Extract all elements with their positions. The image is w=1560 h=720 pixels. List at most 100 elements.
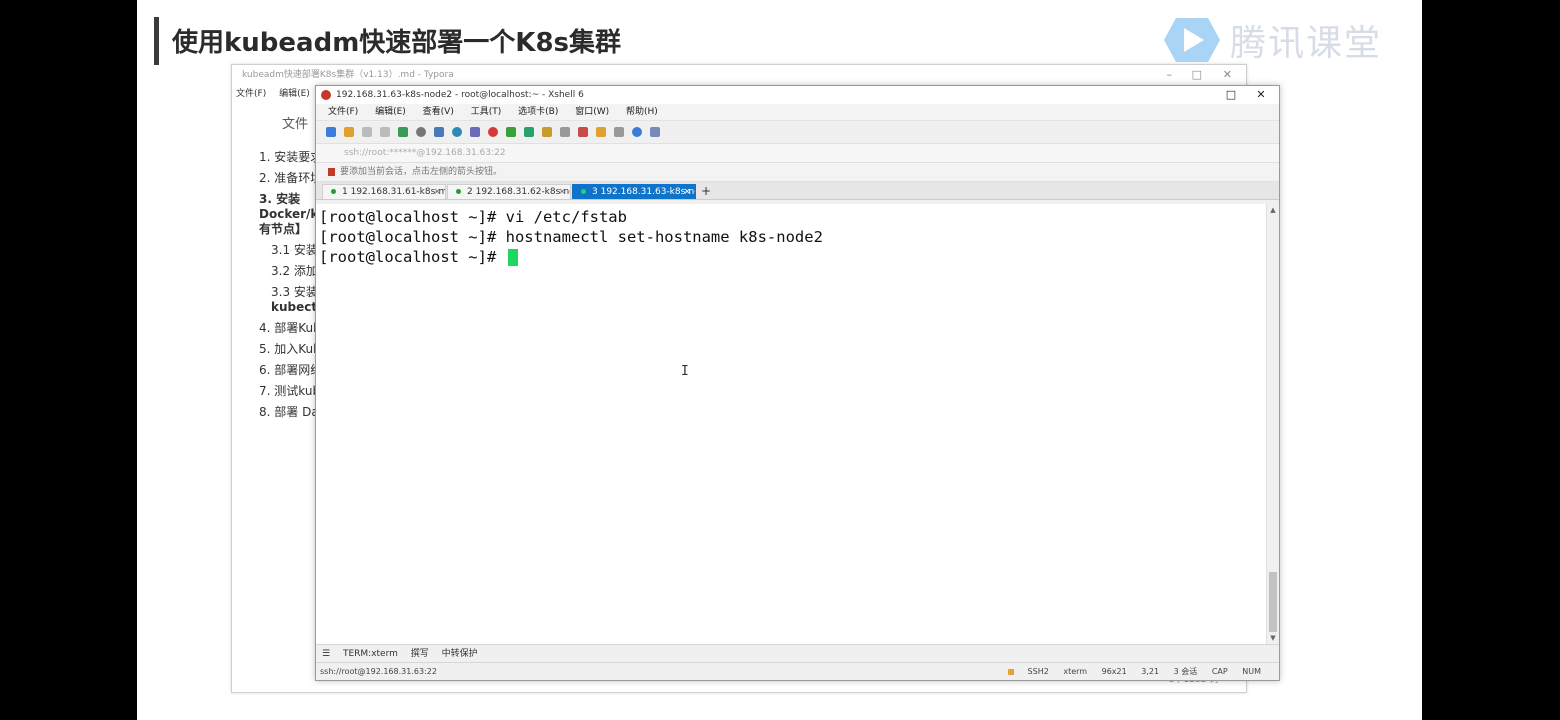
text-cursor-icon: I <box>681 364 689 379</box>
lock-icon[interactable] <box>542 127 552 137</box>
toc-item[interactable]: 6. 部署网络 <box>259 363 319 378</box>
title-accent-bar <box>154 17 159 65</box>
scroll-down-icon[interactable]: ▼ <box>1267 634 1279 642</box>
menu-file[interactable]: 文件(F) <box>236 89 266 99</box>
help-icon[interactable] <box>632 127 642 137</box>
menu-tools[interactable]: 工具(T) <box>471 107 502 117</box>
session-notice: 要添加当前会话，点击左侧的箭头按钮。 <box>316 163 1279 182</box>
cursor-position-status: 3,21 <box>1141 667 1160 676</box>
close-tab-icon[interactable]: × <box>433 185 441 199</box>
maximize-icon[interactable]: □ <box>1221 86 1241 104</box>
num-lock-status: NUM <box>1242 667 1261 676</box>
new-session-icon[interactable] <box>326 127 336 137</box>
tab-k8s-node1[interactable]: 2 192.168.31.62-k8s-node1× <box>447 184 571 199</box>
address-bar[interactable]: ssh://root:******@192.168.31.63:22 <box>316 144 1279 163</box>
toc-item[interactable]: 7. 测试kub <box>259 384 319 399</box>
typora-title: kubeadm快速部署K8s集群（v1.13）.md - Typora <box>242 70 454 80</box>
menu-tabs[interactable]: 选项卡(B) <box>518 107 558 117</box>
terminal-cursor <box>507 249 518 266</box>
toc-item[interactable]: 3.3 安装 <box>259 285 319 300</box>
menu-edit[interactable]: 编辑(E) <box>375 107 406 117</box>
terminal-line: [root@localhost ~]# vi /etc/fstab <box>319 208 627 226</box>
transfer-icon[interactable] <box>434 127 444 137</box>
search-icon[interactable] <box>416 127 426 137</box>
toc-item[interactable]: 5. 加入Kub <box>259 342 319 357</box>
add-tab-icon[interactable]: + <box>701 184 711 199</box>
fullscreen-icon[interactable] <box>524 127 534 137</box>
toc-item[interactable]: 3. 安装 <box>259 192 319 207</box>
bookmark-flag-icon <box>328 168 335 176</box>
maximize-icon[interactable]: □ <box>1192 65 1202 85</box>
close-icon[interactable]: ✕ <box>1223 65 1232 85</box>
layout-icon[interactable] <box>614 127 624 137</box>
relay-button[interactable]: 中转保护 <box>442 649 478 659</box>
toc-item[interactable]: 8. 部署 Da <box>259 405 319 420</box>
terminal-line-current: [root@localhost ~]# <box>319 247 1266 267</box>
xshell-menubar: 文件(F) 编辑(E) 查看(V) 工具(T) 选项卡(B) 窗口(W) 帮助(… <box>316 104 1279 121</box>
xagent-icon[interactable] <box>506 127 516 137</box>
menu-view[interactable]: 查看(V) <box>423 107 454 117</box>
reconnect-icon[interactable] <box>380 127 390 137</box>
xshell-window[interactable]: 192.168.31.63-k8s-node2 - root@localhost… <box>315 85 1280 681</box>
toc-item[interactable]: Docker/k <box>259 207 319 222</box>
terminal-line: [root@localhost ~]# hostnamectl set-host… <box>319 228 823 246</box>
prompt: [root@localhost ~]# <box>319 248 506 266</box>
close-icon[interactable]: ✕ <box>1251 86 1271 104</box>
xshell-title: 192.168.31.63-k8s-node2 - root@localhost… <box>336 90 584 100</box>
slide: 使用kubeadm快速部署一个K8s集群 腾讯课堂 kubeadm快速部署K8s… <box>137 0 1422 720</box>
open-folder-icon[interactable] <box>344 127 354 137</box>
terminal-type-status: xterm <box>1063 667 1088 676</box>
slide-title: 使用kubeadm快速部署一个K8s集群 <box>172 28 622 58</box>
toc-item[interactable]: 4. 部署Kub <box>259 321 319 336</box>
disconnect-icon[interactable] <box>362 127 372 137</box>
toc-item[interactable]: 1. 安装要求 <box>259 150 319 165</box>
script-icon[interactable] <box>596 127 606 137</box>
caps-lock-status: CAP <box>1211 667 1228 676</box>
scroll-up-icon[interactable]: ▲ <box>1267 206 1279 214</box>
menu-icon[interactable]: ☰ <box>322 649 330 659</box>
lock-icon <box>1007 668 1014 675</box>
toc-item[interactable]: kubectl <box>259 300 319 315</box>
tab-label: 1 192.168.31.61-k8s-master <box>342 187 445 197</box>
protocol-status: SSH2 <box>996 667 1049 676</box>
toc-item[interactable]: 2. 准备环境 <box>259 171 319 186</box>
menu-window[interactable]: 窗口(W) <box>575 107 609 117</box>
brand: 腾讯课堂 <box>1162 14 1382 66</box>
toc-item[interactable]: 3.1 安装 <box>259 243 319 258</box>
outline-toc: 1. 安装要求 2. 准备环境 3. 安装 Docker/k 有节点】 3.1 … <box>259 150 319 420</box>
chat-icon[interactable] <box>650 127 660 137</box>
xshell-titlebar: 192.168.31.63-k8s-node2 - root@localhost… <box>316 86 1279 104</box>
status-bar: ssh://root@192.168.31.63:22 SSH2 xterm 9… <box>316 662 1279 680</box>
highlight-icon[interactable] <box>578 127 588 137</box>
connection-string: ssh://root@192.168.31.63:22 <box>320 667 437 676</box>
tab-label: 2 192.168.31.62-k8s-node1 <box>467 187 570 197</box>
compose-button[interactable]: 撰写 <box>411 649 429 659</box>
font-icon[interactable] <box>470 127 480 137</box>
xftp-icon[interactable] <box>488 127 498 137</box>
terminal-scrollbar[interactable]: ▲ ▼ <box>1266 204 1279 644</box>
close-tab-icon[interactable]: × <box>683 185 691 199</box>
close-tab-icon[interactable]: × <box>558 185 566 199</box>
sidebar-file-label[interactable]: 文件 <box>282 113 308 132</box>
menu-file[interactable]: 文件(F) <box>328 107 358 117</box>
session-tabs: 1 192.168.31.61-k8s-master× 2 192.168.31… <box>316 182 1279 200</box>
toc-item[interactable]: 有节点】 <box>259 222 319 237</box>
menu-edit[interactable]: 编辑(E) <box>279 89 310 99</box>
globe-icon[interactable] <box>452 127 462 137</box>
term-type[interactable]: TERM:xterm <box>343 649 398 659</box>
minimize-icon[interactable]: – <box>1167 65 1173 85</box>
menu-help[interactable]: 帮助(H) <box>626 107 658 117</box>
tab-k8s-master[interactable]: 1 192.168.31.61-k8s-master× <box>322 184 446 199</box>
status-right: SSH2 xterm 96x21 3,21 3 会话 CAP NUM <box>984 663 1261 680</box>
keyboard-icon[interactable] <box>560 127 570 137</box>
status-dot-icon <box>331 189 336 194</box>
xshell-toolbar <box>316 121 1279 144</box>
scroll-thumb[interactable] <box>1269 572 1277 632</box>
compose-bar: ☰ TERM:xterm 撰写 中转保护 <box>316 644 1279 662</box>
toc-item[interactable]: 3.2 添加 <box>259 264 319 279</box>
tab-k8s-node2[interactable]: 3 192.168.31.63-k8s-node2× <box>572 184 696 199</box>
brand-name: 腾讯课堂 <box>1229 23 1382 64</box>
copy-icon[interactable] <box>398 127 408 137</box>
tencent-classroom-logo-icon <box>1163 18 1220 62</box>
terminal[interactable]: [root@localhost ~]# vi /etc/fstab [root@… <box>316 204 1266 644</box>
